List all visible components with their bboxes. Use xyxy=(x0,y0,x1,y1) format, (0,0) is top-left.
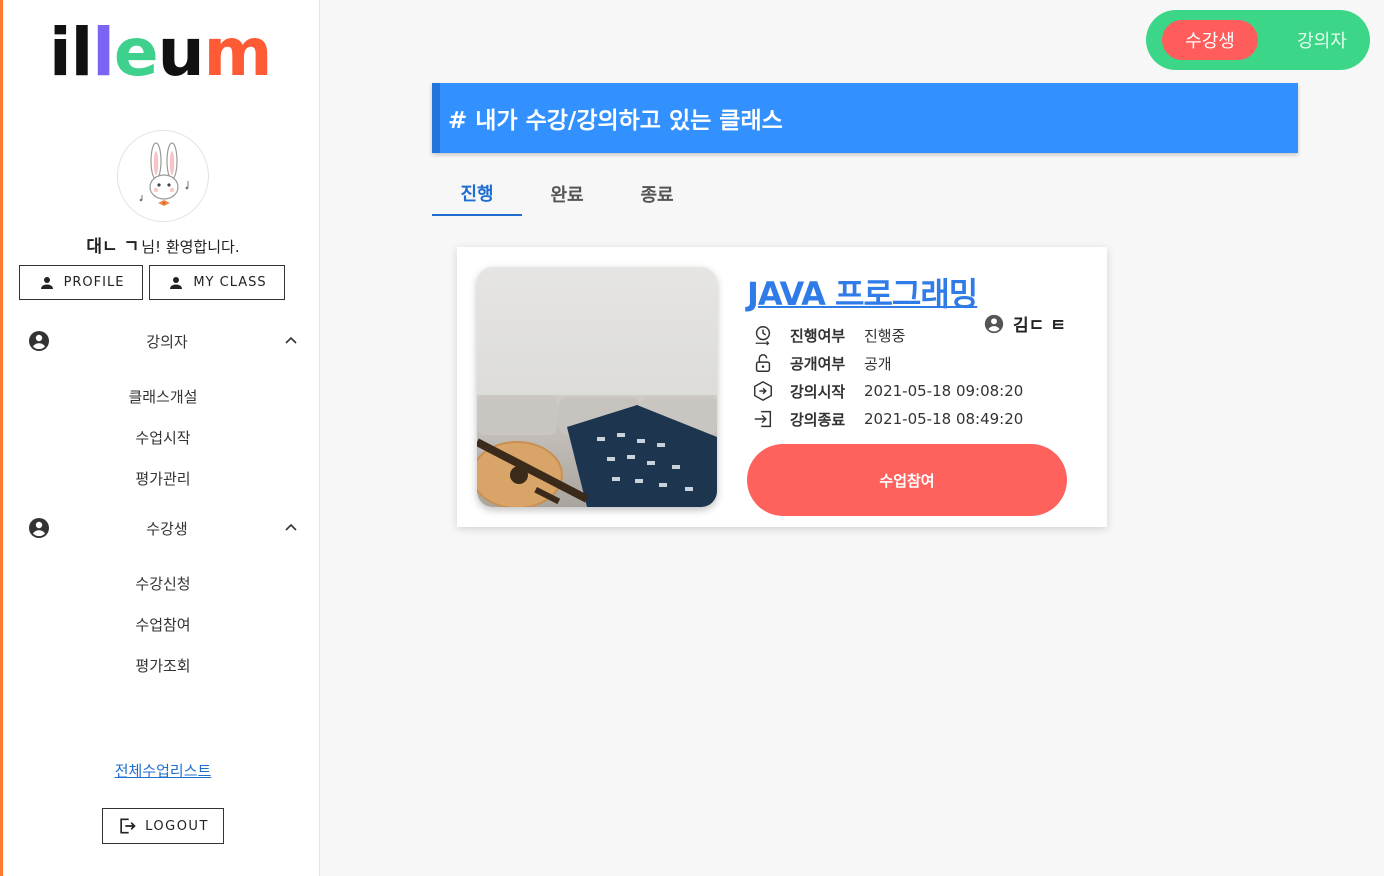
class-thumbnail[interactable] xyxy=(477,267,717,507)
info-key-end-time: 강의종료 xyxy=(790,410,846,429)
user-name: 대ㄴ ㄱ xyxy=(86,237,140,257)
info-row-progress: 진행여부 진행중 xyxy=(752,323,905,347)
sidebar-item-start-class[interactable]: 수업시작 xyxy=(3,427,323,448)
logout-icon xyxy=(120,818,136,834)
logout-button-label: LOGOUT xyxy=(145,818,209,834)
tab-completed[interactable]: 완료 xyxy=(522,172,612,216)
welcome-message: 대ㄴ ㄱ 님! 환영합니다. xyxy=(3,232,323,257)
info-row-visibility: 공개여부 공개 xyxy=(752,351,892,375)
sidebar-item-view-evaluation[interactable]: 평가조회 xyxy=(3,655,323,676)
class-title[interactable]: JAVA 프로그래밍 xyxy=(747,269,978,315)
sidebar-item-enroll[interactable]: 수강신청 xyxy=(3,573,323,594)
info-key-visibility: 공개여부 xyxy=(790,354,846,373)
account-circle-icon xyxy=(984,314,1004,333)
sidebar-item-manage-evaluation[interactable]: 평가관리 xyxy=(3,468,323,489)
avatar[interactable] xyxy=(117,130,209,222)
role-student-button[interactable]: 수강생 xyxy=(1162,20,1258,60)
sidebar-section-student[interactable]: 수강생 xyxy=(27,513,299,543)
sidebar-section-lecturer-label: 강의자 xyxy=(146,332,188,351)
sidebar: illeum 대ㄴ ㄱ 님! 환영합니다. PROFILE MY CLASS 강… xyxy=(0,0,320,876)
chevron-up-icon xyxy=(285,523,297,531)
unlock-icon xyxy=(755,354,771,372)
person-icon xyxy=(40,276,53,289)
page-title: # 내가 수강/강의하고 있는 클래스 xyxy=(448,108,783,134)
sidebar-item-create-class[interactable]: 클래스개설 xyxy=(3,386,323,407)
sidebar-item-join-class[interactable]: 수업참여 xyxy=(3,614,323,635)
tab-in-progress[interactable]: 진행 xyxy=(432,172,522,216)
account-circle-icon xyxy=(29,331,49,351)
profile-button[interactable]: PROFILE xyxy=(19,265,143,300)
account-circle-icon xyxy=(29,518,49,538)
info-value-progress: 진행중 xyxy=(864,326,906,345)
join-class-button[interactable]: 수업참여 xyxy=(747,444,1067,516)
chevron-up-icon xyxy=(285,336,297,344)
role-toggle: 수강생 강의자 xyxy=(1146,10,1370,70)
sidebar-section-student-label: 수강생 xyxy=(146,519,188,538)
tab-ended[interactable]: 종료 xyxy=(612,172,702,216)
class-status-tabs: 진행 완료 종료 xyxy=(432,172,702,218)
illeum-logo[interactable]: illeum xyxy=(49,20,272,86)
class-owner: 김ㄷ ㅌ xyxy=(983,311,1066,336)
timer-icon xyxy=(755,326,771,346)
start-hexagon-icon xyxy=(754,380,772,402)
info-key-start-time: 강의시작 xyxy=(790,382,846,401)
info-key-progress: 진행여부 xyxy=(790,326,846,345)
all-classes-link[interactable]: 전체수업리스트 xyxy=(3,760,323,781)
bunny-avatar-icon xyxy=(139,142,189,206)
person-icon xyxy=(170,276,183,289)
info-value-start-time: 2021-05-18 09:08:20 xyxy=(864,382,1024,400)
info-value-visibility: 공개 xyxy=(864,354,892,373)
class-card: JAVA 프로그래밍 김ㄷ ㅌ 진행여부 진행중 공개여부 공개 강의시작 20… xyxy=(457,247,1107,527)
logout-button[interactable]: LOGOUT xyxy=(102,808,224,844)
role-lecturer-button[interactable]: 강의자 xyxy=(1274,20,1370,60)
profile-button-label: PROFILE xyxy=(63,275,125,290)
my-class-button-label: MY CLASS xyxy=(193,275,267,290)
my-class-button[interactable]: MY CLASS xyxy=(149,265,285,300)
login-arrow-icon xyxy=(754,410,772,428)
sidebar-section-lecturer[interactable]: 강의자 xyxy=(27,326,299,356)
class-owner-name: 김ㄷ ㅌ xyxy=(1013,316,1066,336)
page-header-banner: # 내가 수강/강의하고 있는 클래스 xyxy=(432,83,1298,153)
info-row-start-time: 강의시작 2021-05-18 09:08:20 xyxy=(752,379,1023,403)
info-value-end-time: 2021-05-18 08:49:20 xyxy=(864,410,1024,428)
welcome-suffix: 님! 환영합니다. xyxy=(141,238,240,256)
info-row-end-time: 강의종료 2021-05-18 08:49:20 xyxy=(752,407,1023,431)
class-thumbnail-image xyxy=(477,267,717,507)
